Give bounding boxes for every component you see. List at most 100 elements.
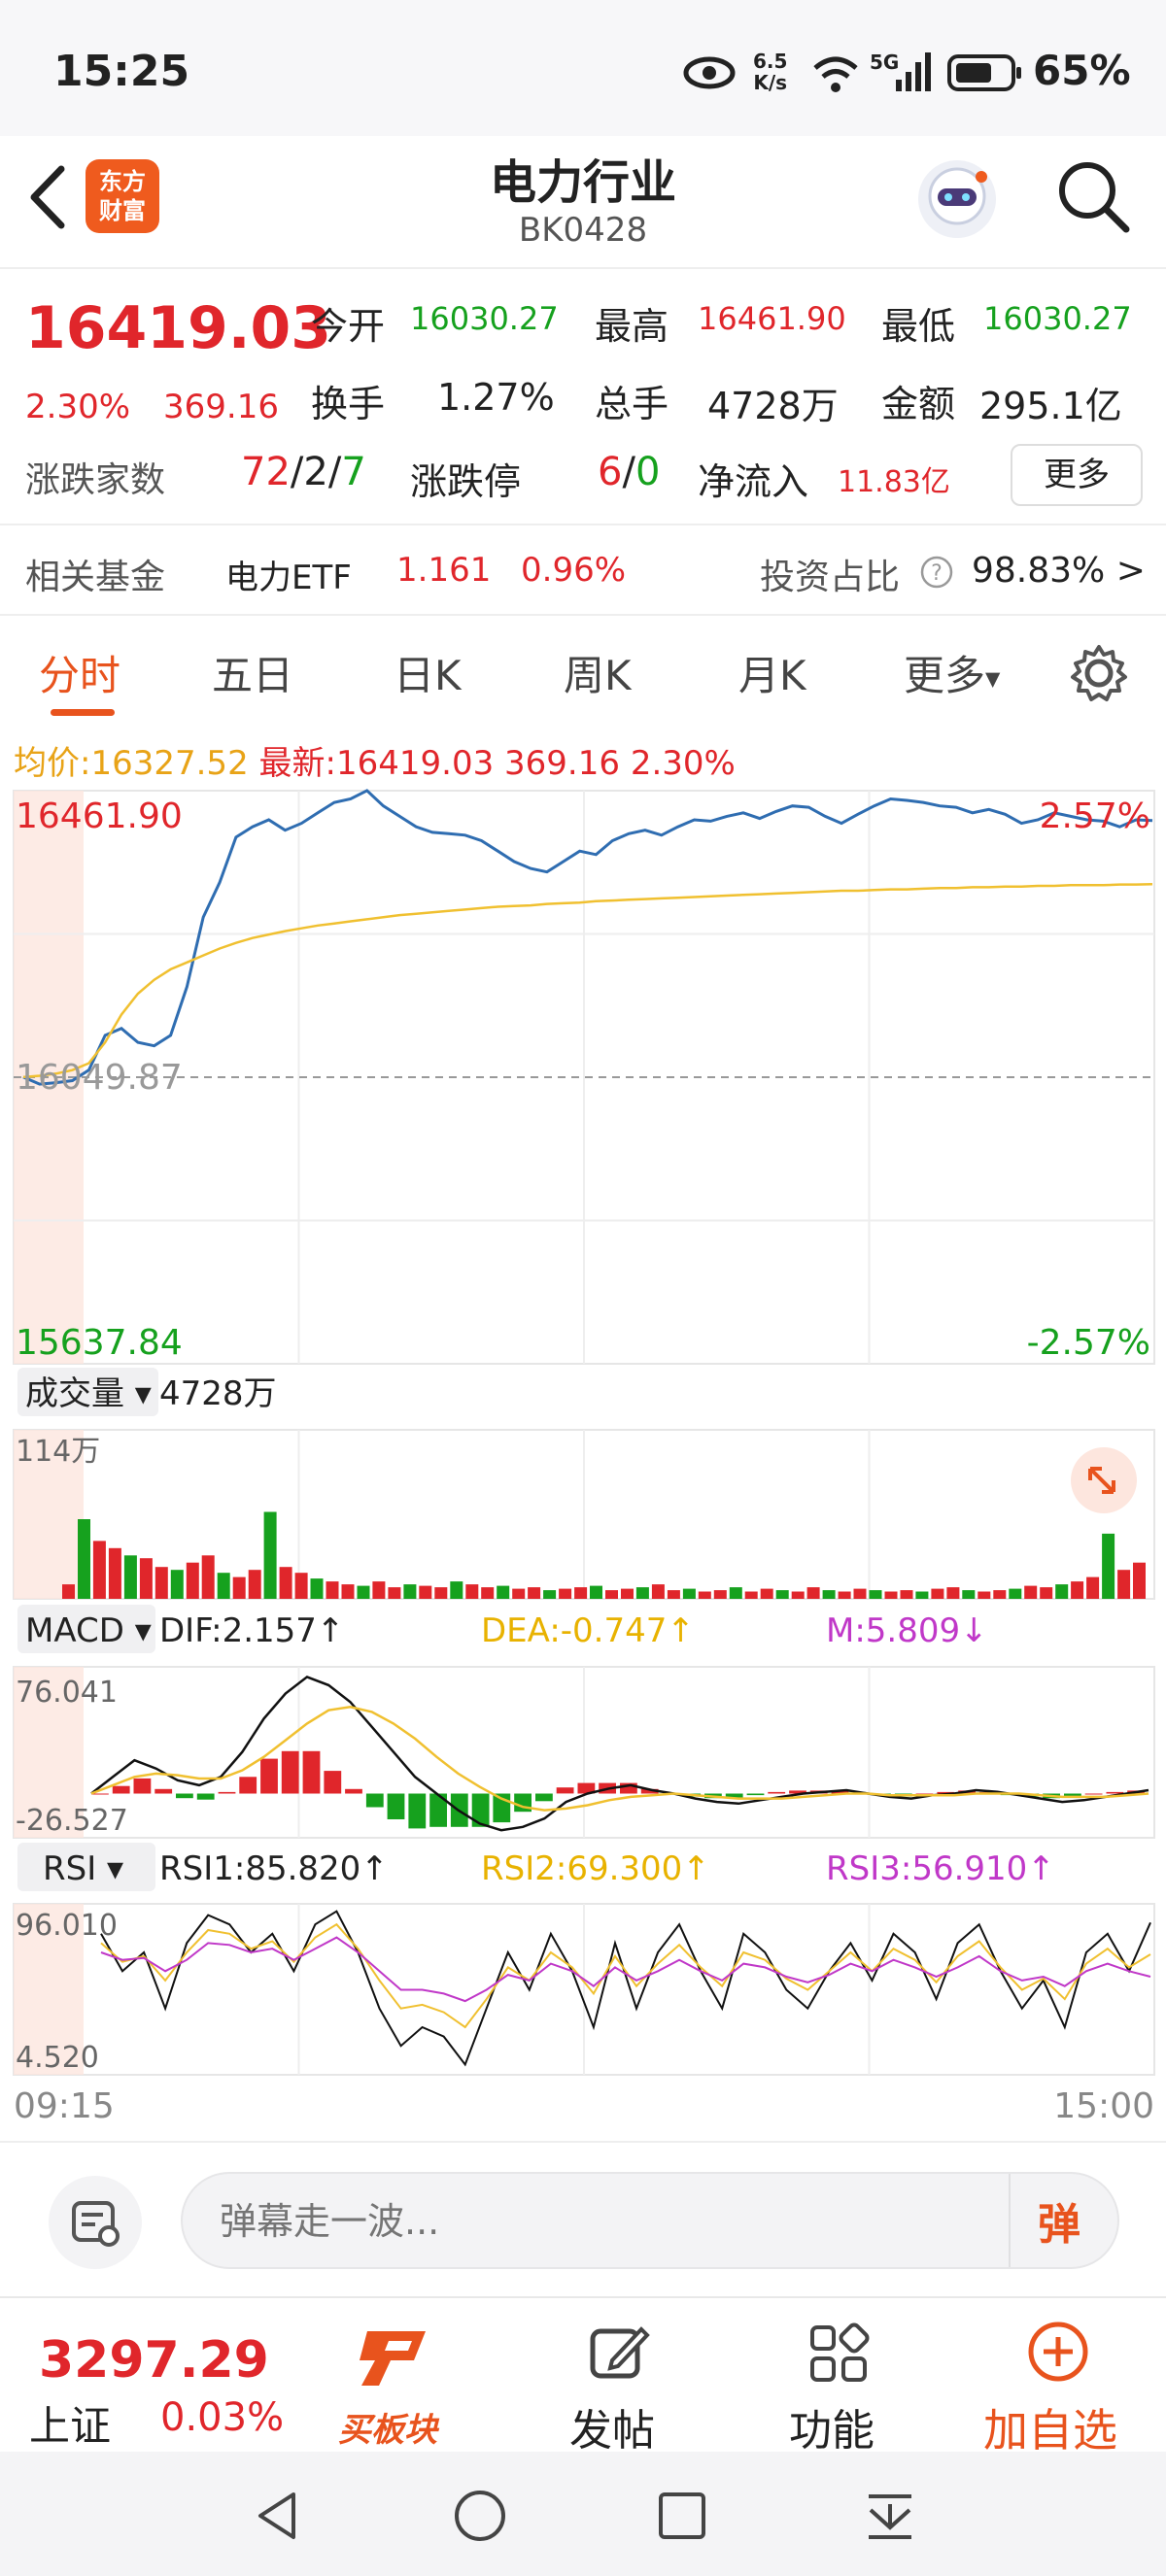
volume-bar xyxy=(791,1591,805,1599)
x-end-label: 15:00 xyxy=(1053,2086,1154,2126)
chart-area: 均价:16327.52 最新:16419.03 369.16 2.30% 164… xyxy=(0,723,1166,2141)
function-button[interactable]: 功能 xyxy=(789,2395,874,2457)
avg-price-line xyxy=(22,882,1153,1079)
add-watchlist-button[interactable]: 加自选 xyxy=(983,2395,1117,2459)
status-bar: 15:25 6.5 K/s 5G 65% xyxy=(0,0,1166,136)
volume-bar xyxy=(201,1555,215,1599)
divider xyxy=(0,524,1166,525)
inflow-label: 净流入 xyxy=(698,460,809,503)
volume-bar xyxy=(946,1587,960,1599)
tab-monthly-k[interactable]: 月K xyxy=(738,643,806,702)
volume-bar xyxy=(590,1585,602,1599)
macd-hist-bar xyxy=(345,1788,362,1794)
tab-weekly-k[interactable]: 周K xyxy=(564,643,632,702)
help-icon[interactable]: ? xyxy=(919,555,954,590)
inflow-value: 11.83亿 xyxy=(838,465,950,499)
volume-bar xyxy=(713,1590,727,1599)
rsi1-line xyxy=(100,1910,1151,2067)
high-value: 16461.90 xyxy=(698,300,846,337)
macd-dea-label: DEA:-0.747↑ xyxy=(481,1611,695,1650)
svg-text:?: ? xyxy=(931,561,943,586)
nav-recents-icon[interactable] xyxy=(657,2491,707,2541)
index-name[interactable]: 上证 xyxy=(29,2393,111,2453)
buy-board-button[interactable]: 买板块 xyxy=(338,2403,437,2451)
fund-name[interactable]: 电力ETF xyxy=(225,551,352,598)
edit-icon xyxy=(590,2326,650,2379)
macd-hist-bar xyxy=(471,1793,490,1827)
volume-bar xyxy=(512,1588,526,1599)
volume-bar xyxy=(310,1578,324,1599)
volume-bar xyxy=(853,1588,867,1599)
pct-max-label: 2.57% xyxy=(1040,797,1150,836)
open-label: 今开 xyxy=(311,305,386,348)
volume-bar xyxy=(232,1576,246,1599)
volume-bar xyxy=(1086,1576,1100,1599)
tab-intraday[interactable]: 分时 xyxy=(39,643,120,702)
page-header: 东方 财富 电力行业 BK0428 xyxy=(0,136,1166,267)
macd-dea-line xyxy=(90,1706,1149,1812)
volume-value: 4728万 xyxy=(707,385,839,427)
gear-icon[interactable] xyxy=(1069,643,1129,703)
macd-hist-bar xyxy=(556,1787,574,1794)
system-nav-bar xyxy=(0,2452,1166,2576)
low-value: 16030.27 xyxy=(983,300,1132,337)
volume-bar xyxy=(869,1590,882,1599)
fund-percent: 0.96% xyxy=(521,551,627,590)
ratio-label: 投资占比 xyxy=(760,558,901,597)
macd-dif-line xyxy=(90,1675,1149,1832)
volume-bar xyxy=(838,1591,851,1599)
volume-bar xyxy=(388,1587,401,1599)
tab-daily-k[interactable]: 日K xyxy=(394,643,462,702)
macd-hist-bar xyxy=(324,1771,342,1794)
more-button[interactable]: 更多 xyxy=(1011,444,1143,506)
comment-bar: 弹 xyxy=(0,2141,1166,2298)
volume-bar xyxy=(621,1588,634,1599)
macd-hist-bar xyxy=(746,1793,765,1796)
macd-max-label: 76.041 xyxy=(16,1676,118,1710)
board-logo-icon xyxy=(360,2331,426,2386)
macd-hist-bar xyxy=(365,1793,384,1808)
note-button[interactable] xyxy=(49,2176,142,2269)
volume-bar xyxy=(154,1567,168,1599)
fund-price: 1.161 xyxy=(396,551,492,590)
macd-dif-label: DIF:2.157↑ xyxy=(159,1611,344,1650)
current-price: 16419.03 xyxy=(25,294,332,362)
volume-bar xyxy=(635,1587,649,1599)
tab-five-day[interactable]: 五日 xyxy=(212,643,293,702)
macd-hist-bar xyxy=(133,1778,152,1794)
volume-max-label: 114万 xyxy=(16,1435,100,1469)
volume-bar xyxy=(698,1591,711,1599)
volume-bar xyxy=(962,1590,976,1599)
rsi-max-label: 96.010 xyxy=(16,1909,118,1943)
volume-bar xyxy=(1071,1581,1084,1599)
ratio-value[interactable]: 98.83% > xyxy=(972,551,1146,591)
robot-assistant-icon[interactable] xyxy=(913,155,1001,243)
limit-label: 涨跌停 xyxy=(410,460,522,503)
nav-menu-icon[interactable] xyxy=(863,2489,917,2543)
status-time: 15:25 xyxy=(53,47,190,96)
eye-icon xyxy=(683,56,736,89)
post-button[interactable]: 发帖 xyxy=(569,2395,655,2457)
volume-bar xyxy=(294,1573,308,1599)
amount-label: 金额 xyxy=(881,383,956,425)
volume-bar xyxy=(884,1591,898,1599)
price-line xyxy=(22,789,1153,1086)
rsi2-label: RSI2:69.300↑ xyxy=(481,1849,710,1888)
danmu-input[interactable] xyxy=(218,2191,843,2252)
volume-bar xyxy=(341,1584,355,1599)
volume-bar xyxy=(744,1591,758,1599)
nav-back-icon[interactable] xyxy=(251,2489,305,2543)
divider xyxy=(1009,2174,1011,2267)
danmu-toggle-button[interactable]: 弹 xyxy=(1038,2189,1080,2252)
macd-selector: MACD ▾ xyxy=(25,1611,152,1650)
search-icon[interactable] xyxy=(1054,157,1132,235)
volume-bar xyxy=(1040,1587,1053,1599)
chart-svg[interactable]: 16461.90 16049.87 15637.84 2.57% -2.57% 成交量 ▾… xyxy=(0,723,1166,2141)
volume-bar xyxy=(775,1590,789,1599)
volume-bar xyxy=(248,1570,261,1599)
volume-bar xyxy=(326,1581,339,1599)
tab-more[interactable]: 更多▼ xyxy=(904,643,1000,702)
nav-home-icon[interactable] xyxy=(453,2489,507,2543)
index-value[interactable]: 3297.29 xyxy=(39,2331,269,2390)
volume-bar xyxy=(372,1581,386,1599)
